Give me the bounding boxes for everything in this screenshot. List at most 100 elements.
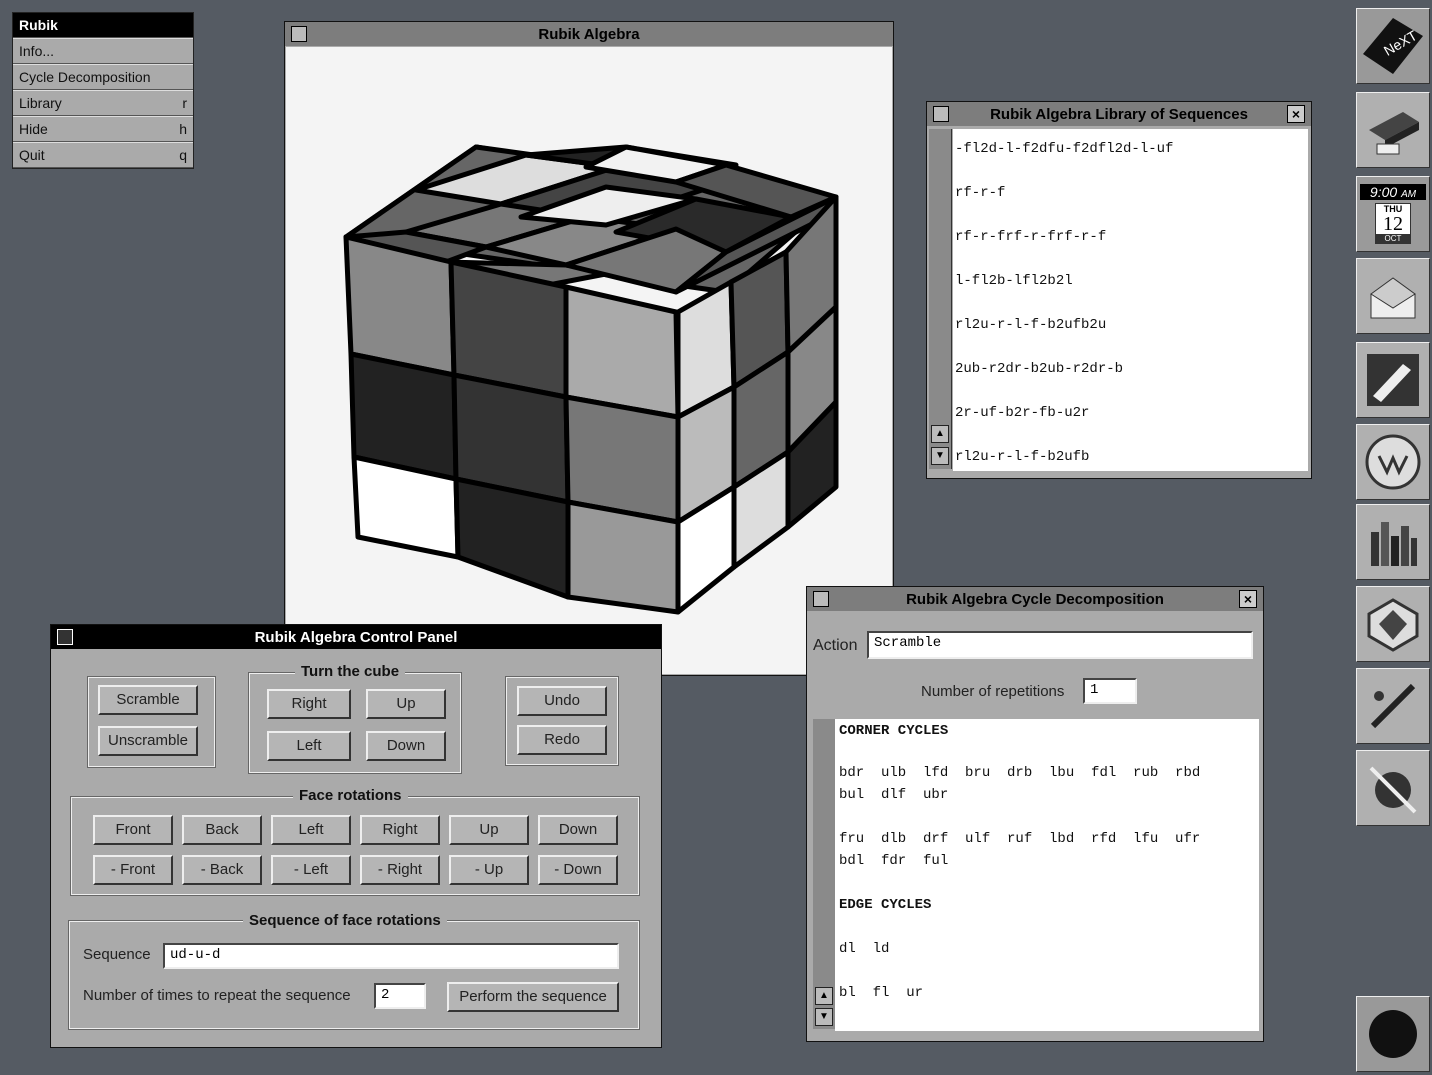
action-label: Action bbox=[813, 637, 858, 654]
corner-cycles-line: fru dlb drf ulf ruf lbd rfd lfu ufr bbox=[839, 831, 1201, 847]
turn-right-button[interactable]: Right bbox=[267, 689, 351, 719]
unscramble-button[interactable]: Unscramble bbox=[98, 726, 198, 756]
menu-item-label: Info... bbox=[19, 43, 55, 59]
list-item[interactable]: -fl2d-l-f2dfu-f2dfl2d-l-uf bbox=[955, 141, 1173, 157]
close-icon[interactable]: × bbox=[1287, 105, 1305, 123]
turn-up-button[interactable]: Up bbox=[366, 689, 446, 719]
miniaturize-icon[interactable] bbox=[933, 106, 949, 122]
list-item[interactable]: rl2u-r-l-f-b2ufb bbox=[955, 449, 1089, 465]
turn-left-button[interactable]: Left bbox=[267, 731, 351, 761]
scroll-down-icon[interactable]: ▼ bbox=[815, 1008, 833, 1026]
repeat-input[interactable]: 2 bbox=[374, 983, 426, 1009]
list-item[interactable]: rf-r-f bbox=[955, 185, 1005, 201]
menu-item-info[interactable]: Info... bbox=[13, 38, 193, 64]
repetitions-input[interactable]: 1 bbox=[1083, 678, 1137, 704]
repetitions-label: Number of repetitions bbox=[921, 683, 1065, 700]
scroll-up-icon[interactable]: ▲ bbox=[815, 987, 833, 1005]
list-item[interactable]: 2ub-r2dr-b2ub-r2dr-b bbox=[955, 361, 1123, 377]
close-icon[interactable]: × bbox=[1239, 590, 1257, 608]
app-menu: Rubik Info... Cycle Decomposition Librar… bbox=[12, 12, 194, 169]
cube-window: Rubik Algebra bbox=[284, 21, 894, 676]
menu-item-label: Library bbox=[19, 95, 62, 111]
face-back-inverse-button[interactable]: - Back bbox=[182, 855, 262, 885]
face-right-button[interactable]: Right bbox=[360, 815, 440, 845]
seal-icon bbox=[1365, 434, 1421, 490]
dock-printer[interactable] bbox=[1356, 92, 1430, 168]
dock-mail[interactable] bbox=[1356, 258, 1430, 334]
dock-wolfram[interactable] bbox=[1356, 424, 1430, 500]
dock-mathematica[interactable] bbox=[1356, 586, 1430, 662]
face-front-inverse-button[interactable]: - Front bbox=[93, 855, 173, 885]
face-down-inverse-button[interactable]: - Down bbox=[538, 855, 618, 885]
turn-down-button[interactable]: Down bbox=[366, 731, 446, 761]
edge-cycles-heading: EDGE CYCLES bbox=[839, 897, 932, 913]
library-scrollbar[interactable]: ▲ ▼ bbox=[929, 129, 952, 469]
menu-item-cycle-decomposition[interactable]: Cycle Decomposition bbox=[13, 64, 193, 90]
sequence-input[interactable]: ud-u-d bbox=[163, 943, 619, 969]
library-titlebar[interactable]: Rubik Algebra Library of Sequences × bbox=[927, 102, 1311, 126]
cycle-output: CORNER CYCLES bdr ulb lfd bru drb lbu fd… bbox=[835, 719, 1259, 1031]
cube-window-titlebar[interactable]: Rubik Algebra bbox=[285, 22, 893, 46]
list-item[interactable]: rl2u-r-l-f-b2ufb2u bbox=[955, 317, 1106, 333]
face-right-inverse-button[interactable]: - Right bbox=[360, 855, 440, 885]
control-panel-titlebar[interactable]: Rubik Algebra Control Panel bbox=[51, 625, 661, 649]
clock-time: 9:00 AM bbox=[1360, 184, 1426, 200]
action-field[interactable]: Scramble bbox=[867, 631, 1253, 659]
window-title: Rubik Algebra bbox=[538, 25, 640, 43]
cycle-scrollbar[interactable]: ▲ ▼ bbox=[813, 719, 836, 1029]
next-cube-icon: NeXT bbox=[1363, 18, 1423, 74]
dock-recycler-bottom[interactable] bbox=[1356, 996, 1430, 1072]
window-title: Rubik Algebra Library of Sequences bbox=[990, 105, 1248, 123]
scroll-down-icon[interactable]: ▼ bbox=[931, 447, 949, 465]
menu-item-label: Quit bbox=[19, 147, 45, 163]
dock-recycler[interactable] bbox=[1356, 750, 1430, 826]
menu-item-quit[interactable]: Quit q bbox=[13, 142, 193, 168]
menu-item-library[interactable]: Library r bbox=[13, 90, 193, 116]
dock-clock[interactable]: 9:00 AM THU 12 OCT bbox=[1356, 176, 1430, 252]
miniaturize-icon[interactable] bbox=[57, 629, 73, 645]
scroll-up-icon[interactable]: ▲ bbox=[931, 425, 949, 443]
sequence-label: Sequence bbox=[83, 946, 151, 963]
face-up-button[interactable]: Up bbox=[449, 815, 529, 845]
face-back-button[interactable]: Back bbox=[182, 815, 262, 845]
dock-tools[interactable] bbox=[1356, 668, 1430, 744]
cycle-window: Rubik Algebra Cycle Decomposition × Acti… bbox=[806, 586, 1264, 1042]
list-item[interactable]: 2r-uf-b2r-fb-u2r bbox=[955, 405, 1089, 421]
menu-title[interactable]: Rubik bbox=[13, 13, 193, 38]
dock-library[interactable] bbox=[1356, 504, 1430, 580]
dock-draw[interactable] bbox=[1356, 342, 1430, 418]
printer-icon bbox=[1369, 112, 1419, 155]
undo-button[interactable]: Undo bbox=[517, 686, 607, 716]
miniaturize-icon[interactable] bbox=[813, 591, 829, 607]
face-left-inverse-button[interactable]: - Left bbox=[271, 855, 351, 885]
menu-key: h bbox=[179, 121, 187, 137]
screwdriver-icon bbox=[1370, 683, 1416, 729]
turn-cube-label: Turn the cube bbox=[295, 663, 406, 680]
face-down-button[interactable]: Down bbox=[538, 815, 618, 845]
perform-sequence-button[interactable]: Perform the sequence bbox=[447, 982, 619, 1012]
library-list: -fl2d-l-f2dfu-f2dfl2d-l-uf rf-r-f rf-r-f… bbox=[953, 129, 1308, 471]
cycle-titlebar[interactable]: Rubik Algebra Cycle Decomposition × bbox=[807, 587, 1263, 611]
draw-icon bbox=[1367, 354, 1419, 406]
redo-button[interactable]: Redo bbox=[517, 725, 607, 755]
library-window: Rubik Algebra Library of Sequences × ▲ ▼… bbox=[926, 101, 1312, 479]
edge-cycles-line: bl fl ur bbox=[839, 985, 924, 1001]
window-title: Rubik Algebra Cycle Decomposition bbox=[906, 590, 1164, 608]
books-icon bbox=[1371, 522, 1417, 566]
window-title: Rubik Algebra Control Panel bbox=[254, 628, 458, 646]
sequence-group bbox=[68, 920, 640, 1030]
face-front-button[interactable]: Front bbox=[93, 815, 173, 845]
menu-item-hide[interactable]: Hide h bbox=[13, 116, 193, 142]
miniaturize-icon[interactable] bbox=[291, 26, 307, 42]
list-item[interactable]: rf-r-frf-r-frf-r-f bbox=[955, 229, 1106, 245]
calendar-icon: THU 12 OCT bbox=[1375, 203, 1411, 244]
face-up-inverse-button[interactable]: - Up bbox=[449, 855, 529, 885]
cube-canvas[interactable] bbox=[286, 47, 892, 674]
scramble-button[interactable]: Scramble bbox=[98, 685, 198, 715]
list-item[interactable]: l-fl2b-lfl2b2l bbox=[955, 273, 1073, 289]
corner-cycles-line: bdl fdr ful bbox=[839, 853, 949, 869]
face-left-button[interactable]: Left bbox=[271, 815, 351, 845]
dock-next-logo[interactable]: NeXT bbox=[1356, 8, 1430, 84]
sequence-group-label: Sequence of face rotations bbox=[243, 912, 447, 929]
menu-title-label: Rubik bbox=[19, 17, 58, 33]
